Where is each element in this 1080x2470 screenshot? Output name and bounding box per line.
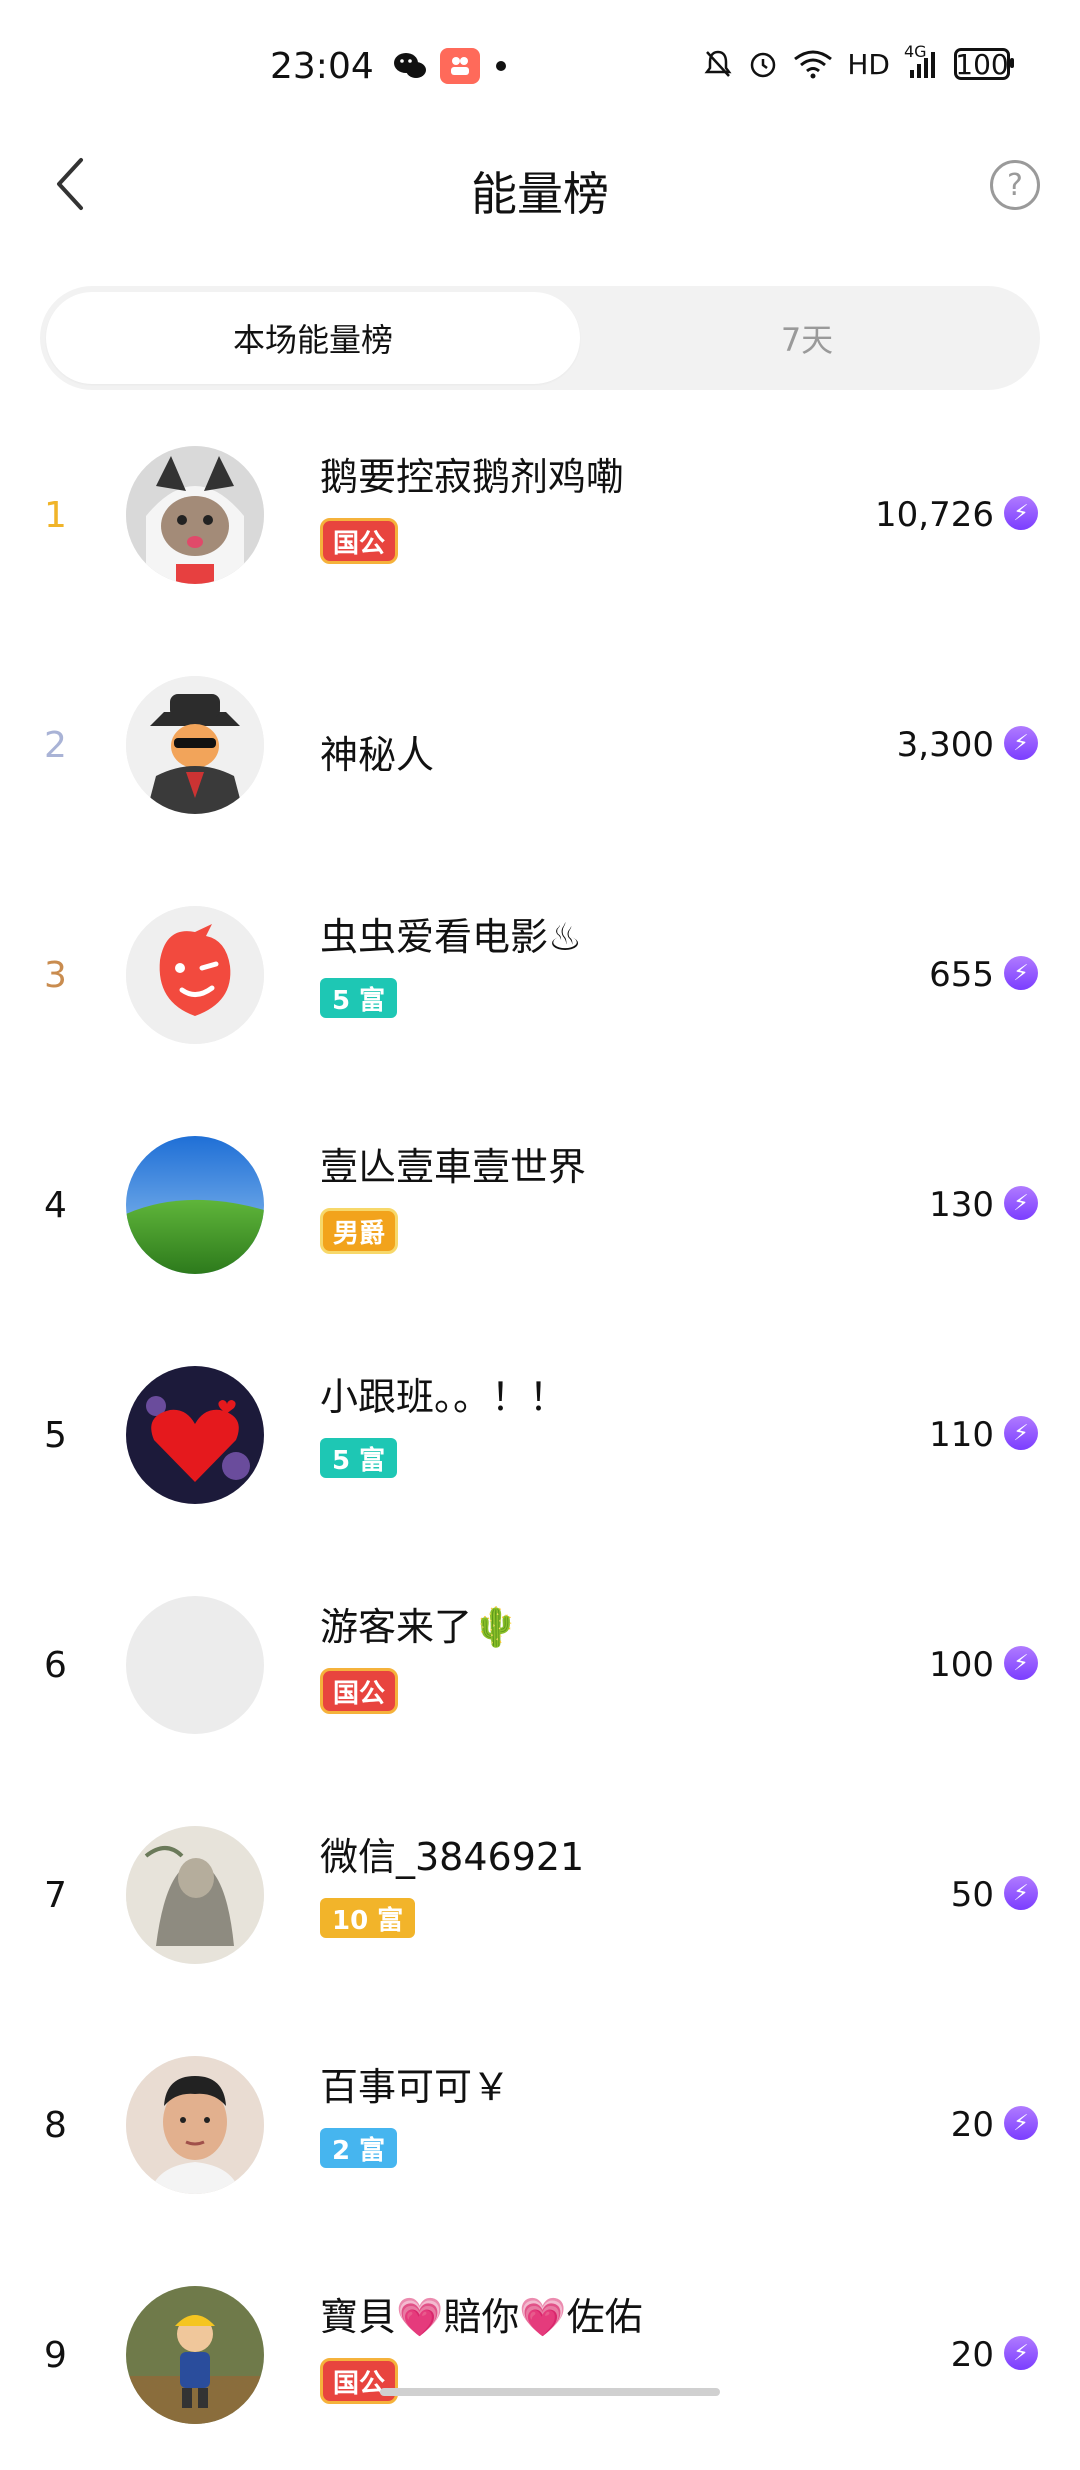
signal-label: 4G <box>904 42 927 61</box>
home-indicator[interactable] <box>380 2388 720 2396</box>
app-notification-icon <box>440 48 480 84</box>
user-name: 寶貝💗賠你💗佐佑 <box>320 2295 643 2339</box>
energy-score: 3,300 <box>896 725 994 765</box>
network-type: HD <box>847 47 890 81</box>
ranking-row[interactable]: 9 寶貝💗賠你💗佐佑 国公 20 ⚡ <box>0 2240 1080 2470</box>
help-button[interactable]: ? <box>990 160 1040 210</box>
avatar <box>126 2286 264 2424</box>
ranking-row[interactable]: 8 百事可可￥ 2 富 20 ⚡ <box>0 2010 1080 2240</box>
energy-bolt-icon: ⚡ <box>1004 1186 1038 1220</box>
energy-bolt-icon: ⚡ <box>1004 1646 1038 1680</box>
status-bar: 23:04 HD 4G 100 <box>0 0 1080 130</box>
energy-score: 130 <box>929 1185 994 1225</box>
header: 能量榜 ? <box>0 130 1080 240</box>
user-name: 神秘人 <box>320 733 435 777</box>
avatar <box>126 446 264 584</box>
ranking-row[interactable]: 6 游客来了🌵 国公 100 ⚡ <box>0 1550 1080 1780</box>
user-name: 壹亾壹車壹世界 <box>320 1145 587 1189</box>
energy-bolt-icon: ⚡ <box>1004 726 1038 760</box>
user-name: 鹅要控寂鹅剂鸡嘞 <box>320 455 625 499</box>
battery-icon: 100 <box>954 47 1014 81</box>
ranking-tabs: 本场能量榜 7天 <box>40 286 1040 390</box>
noble-badge: 国公 <box>320 1668 399 1714</box>
energy-score: 50 <box>950 1875 994 1915</box>
noble-badge: 男爵 <box>320 1208 399 1254</box>
rank-number: 9 <box>44 2334 67 2376</box>
rank-number: 3 <box>44 954 67 996</box>
avatar <box>126 1136 264 1274</box>
energy-score: 655 <box>929 955 994 995</box>
notification-dot-icon <box>494 48 508 84</box>
tab-7-days[interactable]: 7天 <box>580 292 1034 384</box>
energy-bolt-icon: ⚡ <box>1004 2336 1038 2370</box>
ranking-row[interactable]: 5 小跟班。。！！ 5 富 110 ⚡ <box>0 1320 1080 1550</box>
rank-number: 6 <box>44 1644 67 1686</box>
ranking-row[interactable]: 1 鹅要控寂鹅剂鸡嘞 国公 10,726 ⚡ <box>0 400 1080 630</box>
ranking-row[interactable]: 7 微信_3846921 10 富 50 ⚡ <box>0 1780 1080 2010</box>
wechat-icon <box>390 48 430 84</box>
energy-score: 20 <box>950 2105 994 2145</box>
energy-bolt-icon: ⚡ <box>1004 1416 1038 1450</box>
avatar <box>126 1366 264 1504</box>
rank-number: 7 <box>44 1874 67 1916</box>
status-time: 23:04 <box>270 46 374 87</box>
rank-number: 4 <box>44 1184 67 1226</box>
question-icon: ? <box>1007 167 1023 203</box>
wealth-level-badge: 5 富 <box>320 978 398 1018</box>
energy-bolt-icon: ⚡ <box>1004 956 1038 990</box>
energy-score: 110 <box>929 1415 994 1455</box>
avatar <box>126 906 264 1044</box>
energy-bolt-icon: ⚡ <box>1004 2106 1038 2140</box>
ranking-row[interactable]: 2 神秘人 3,300 ⚡ <box>0 630 1080 860</box>
status-right: HD 4G 100 <box>703 42 1014 84</box>
energy-bolt-icon: ⚡ <box>1004 1876 1038 1910</box>
avatar <box>126 676 264 814</box>
user-name: 虫虫爱看电影♨ <box>320 915 583 959</box>
ranking-row[interactable]: 4 壹亾壹車壹世界 男爵 130 ⚡ <box>0 1090 1080 1320</box>
alarm-icon <box>747 48 779 80</box>
wealth-level-badge: 2 富 <box>320 2128 398 2168</box>
user-name: 小跟班。。！！ <box>320 1375 568 1419</box>
energy-score: 100 <box>929 1645 994 1685</box>
rank-number: 8 <box>44 2104 67 2146</box>
user-name: 游客来了🌵 <box>320 1605 520 1649</box>
mute-bell-icon <box>703 48 733 80</box>
wifi-icon <box>793 49 833 79</box>
avatar <box>126 1826 264 1964</box>
tab-current-session[interactable]: 本场能量榜 <box>46 292 580 384</box>
rank-number: 1 <box>44 494 67 536</box>
user-name: 微信_3846921 <box>320 1835 585 1879</box>
wealth-level-badge: 5 富 <box>320 1438 398 1478</box>
energy-score: 10,726 <box>875 495 994 535</box>
page-title: 能量榜 <box>471 167 609 221</box>
noble-badge: 国公 <box>320 2358 399 2404</box>
battery-level: 100 <box>955 47 1009 81</box>
rank-number: 2 <box>44 724 67 766</box>
wealth-level-badge: 10 富 <box>320 1898 416 1938</box>
noble-badge: 国公 <box>320 518 399 564</box>
energy-score: 20 <box>950 2335 994 2375</box>
user-name: 百事可可￥ <box>320 2065 511 2109</box>
avatar-placeholder <box>126 1596 264 1734</box>
signal-icon: 4G <box>904 42 940 80</box>
avatar <box>126 2056 264 2194</box>
rank-number: 5 <box>44 1414 67 1456</box>
energy-bolt-icon: ⚡ <box>1004 496 1038 530</box>
ranking-row[interactable]: 3 虫虫爱看电影♨ 5 富 655 ⚡ <box>0 860 1080 1090</box>
